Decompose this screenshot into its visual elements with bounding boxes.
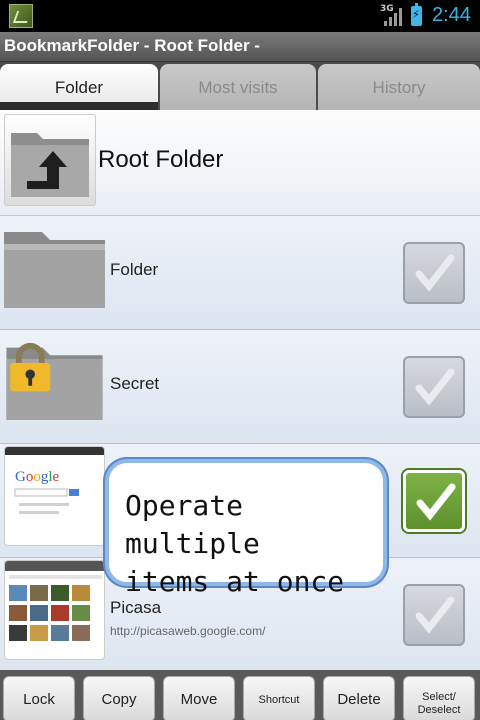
button-label: Select/ Deselect: [417, 691, 461, 716]
item-checkbox[interactable]: [403, 242, 465, 304]
button-label: Lock: [23, 691, 55, 708]
select-deselect-button[interactable]: Select/ Deselect: [403, 676, 475, 720]
callout-text: Operate multiple items at once: [125, 489, 345, 598]
tab-label: Folder: [54, 78, 104, 97]
shortcut-button[interactable]: Shortcut: [243, 676, 315, 720]
active-tab-indicator: [0, 102, 158, 110]
tab-label: Most visits: [198, 78, 278, 97]
current-folder-row[interactable]: Root Folder: [0, 110, 480, 216]
clock: 2:44: [432, 4, 471, 26]
google-thumbnail: Google: [4, 446, 105, 546]
folder-up-icon[interactable]: [4, 114, 96, 206]
item-url: http://picasaweb.google.com/: [110, 624, 266, 638]
tab-most-visits[interactable]: Most visits: [160, 64, 316, 110]
status-bar: 3G 2:44: [0, 0, 480, 32]
button-label: Shortcut: [258, 694, 300, 706]
battery-charging-icon: [411, 3, 422, 26]
item-checkbox[interactable]: [403, 356, 465, 418]
move-button[interactable]: Move: [163, 676, 235, 720]
signal-icon: [384, 8, 404, 26]
item-label: Secret: [110, 374, 160, 393]
tab-history[interactable]: History: [318, 64, 480, 110]
button-label: Move: [180, 691, 218, 708]
svg-text:Google: Google: [15, 469, 60, 485]
item-label: Picasa: [110, 598, 162, 617]
copy-button[interactable]: Copy: [83, 676, 155, 720]
list-item[interactable]: Secret: [0, 330, 480, 444]
picasa-thumbnail: [4, 560, 105, 660]
tutorial-callout: Operate multiple items at once: [105, 459, 387, 598]
app-thumbnail-icon: [9, 4, 33, 28]
item-checkbox-checked[interactable]: [403, 470, 465, 532]
list-item[interactable]: Folder: [0, 216, 480, 330]
title-bar: BookmarkFolder - Root Folder -: [0, 32, 480, 62]
delete-button[interactable]: Delete: [323, 676, 395, 720]
current-folder-label: Root Folder: [98, 146, 224, 173]
folder-icon: [4, 232, 105, 308]
item-label: Folder: [110, 260, 159, 279]
button-label: Copy: [101, 691, 137, 708]
item-checkbox[interactable]: [403, 584, 465, 646]
tab-label: History: [372, 78, 426, 97]
lock-button[interactable]: Lock: [3, 676, 75, 720]
app-title: BookmarkFolder - Root Folder -: [4, 36, 260, 55]
locked-folder-icon: [6, 342, 103, 420]
button-label: Delete: [337, 691, 381, 708]
action-toolbar: Lock Copy Move Shortcut Delete Select/ D…: [0, 670, 480, 720]
